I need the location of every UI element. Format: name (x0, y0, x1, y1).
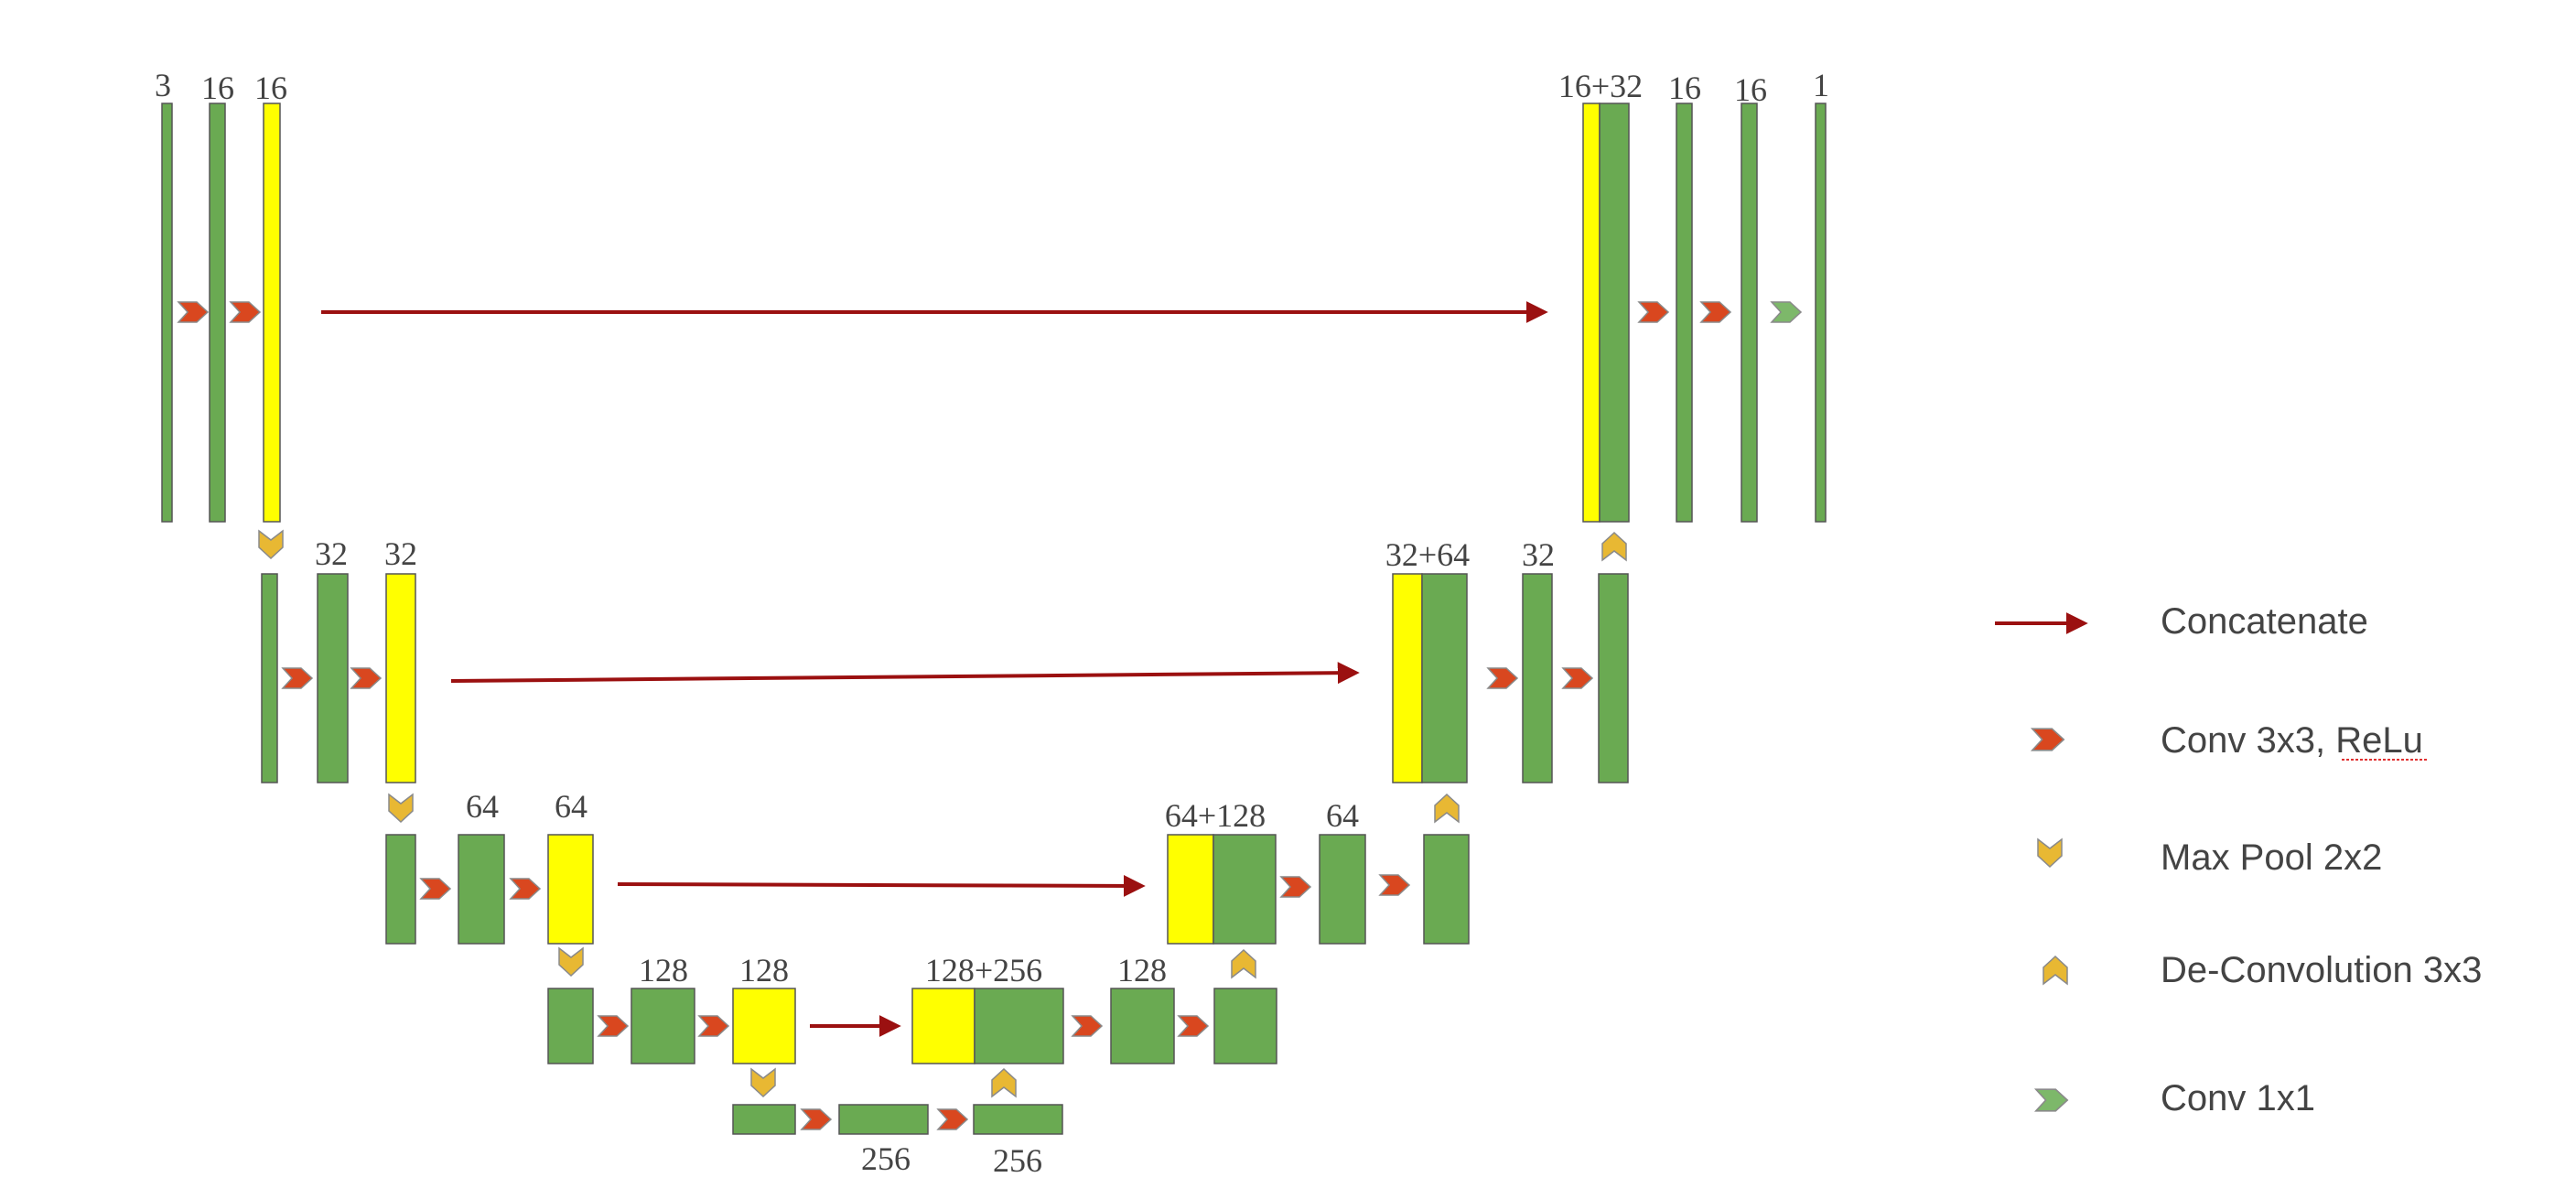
conv3x3-icon (1562, 667, 1593, 689)
maxpool-chevron-down-icon (2037, 838, 2063, 868)
maxpool-icon (558, 947, 584, 977)
label-l1-conv-a: 16 (201, 70, 234, 106)
deconv-icon (1601, 532, 1627, 561)
block-l3-conv-b (547, 834, 594, 945)
block-u4-up (974, 988, 1064, 1064)
conv3x3-icon (230, 301, 261, 323)
conv3x3-icon (1280, 876, 1311, 898)
block-output (1815, 103, 1827, 523)
block-u4-conv-a (1110, 988, 1175, 1064)
deconv-icon (1434, 794, 1460, 823)
label-u4-conv-a: 128 (1117, 952, 1167, 988)
label-bottleneck-b: 256 (993, 1142, 1042, 1179)
maxpool-icon (388, 794, 414, 823)
block-u4-skip (911, 988, 975, 1064)
legend-label-conv3x3: Conv 3x3, ReLu (2161, 720, 2423, 761)
conv3x3-icon (1638, 301, 1669, 323)
label-l2-conv-b: 32 (384, 535, 417, 572)
block-u2-up (1421, 573, 1468, 783)
legend-label-concatenate: Concatenate (2161, 601, 2368, 642)
deconv-icon (1231, 949, 1256, 978)
legend: Concatenate Conv 3x3, ReLu Max Pool 2x2 … (1995, 601, 2482, 1118)
conv3x3-icon (698, 1015, 729, 1037)
block-u3-conv-b (1423, 834, 1470, 945)
label-l1-input: 3 (155, 67, 171, 103)
block-bottleneck-conv-a (838, 1104, 929, 1135)
maxpool-icon (258, 530, 284, 559)
legend-label-deconv: De-Convolution 3x3 (2161, 950, 2482, 990)
label-u1-conv-a: 16 (1668, 70, 1701, 106)
block-l3-conv-a (458, 834, 505, 945)
block-u1-conv-b (1741, 103, 1758, 523)
label-l3-conv-a: 64 (466, 788, 499, 825)
conv3x3-icon (282, 667, 313, 689)
label-l4-conv-b: 128 (739, 952, 789, 988)
label-u3-cat: 64+128 (1165, 797, 1266, 834)
block-u1-skip (1582, 103, 1601, 523)
legend-label-conv1x1: Conv 1x1 (2161, 1078, 2315, 1118)
label-l3-conv-b: 64 (555, 788, 587, 825)
conv3x3-icon (1487, 667, 1518, 689)
label-u2-cat: 32+64 (1385, 536, 1470, 573)
block-l2-conv-b (385, 573, 416, 783)
legend-label-maxpool: Max Pool 2x2 (2161, 837, 2382, 878)
conv3x3-icon (801, 1108, 832, 1130)
label-bottleneck-a: 256 (861, 1140, 911, 1177)
block-u2-conv-a (1522, 573, 1553, 783)
conv3x3-icon (1072, 1015, 1103, 1037)
label-u4-cat: 128+256 (925, 952, 1042, 988)
conv3x3-icon (350, 667, 382, 689)
conv3x3-icon (937, 1108, 968, 1130)
label-u3-conv-a: 64 (1326, 797, 1359, 834)
label-l1-conv-b: 16 (254, 70, 287, 106)
block-u3-skip (1167, 834, 1214, 945)
conv3x3-icon (1700, 301, 1731, 323)
conv3x3-icon (178, 301, 209, 323)
block-u4-conv-b (1213, 988, 1277, 1064)
block-l1-input (161, 103, 173, 523)
block-l1-conv-a (209, 103, 226, 523)
block-u1-up (1599, 103, 1630, 523)
block-l4-conv-b (732, 988, 796, 1064)
block-u3-up (1213, 834, 1277, 945)
block-l4-pool (547, 988, 594, 1064)
deconv-chevron-up-icon (2042, 956, 2068, 985)
block-l4-conv-a (631, 988, 695, 1064)
label-l4-conv-a: 128 (639, 952, 688, 988)
conv3x3-icon (510, 878, 541, 900)
block-u3-conv-a (1319, 834, 1366, 945)
conv1x1-chevron-icon (2034, 1088, 2069, 1112)
skip-arrow-l2 (450, 662, 1360, 685)
conv3x3-icon (420, 878, 451, 900)
block-l2-conv-a (317, 573, 349, 783)
block-u2-skip (1392, 573, 1423, 783)
maxpool-icon (750, 1068, 776, 1097)
conv3x3-icon (1178, 1015, 1209, 1037)
block-l2-pool (261, 573, 278, 783)
conv3x3-chevron-icon (2031, 728, 2065, 751)
block-l1-conv-b (263, 103, 281, 523)
label-u1-conv-b: 16 (1734, 71, 1767, 108)
label-u2-conv-a: 32 (1522, 536, 1555, 573)
label-u1-cat: 16+32 (1558, 68, 1643, 104)
skip-arrow-l3 (617, 874, 1146, 897)
block-u2-conv-b (1598, 573, 1629, 783)
conv3x3-icon (598, 1015, 629, 1037)
label-output: 1 (1813, 67, 1829, 103)
conv1x1-icon (1771, 301, 1802, 323)
unet-diagram: 3 16 16 32 32 64 64 128 128 256 256 128+… (155, 67, 2482, 1179)
block-bottleneck-pool (732, 1104, 796, 1135)
block-l3-pool (385, 834, 416, 945)
conv3x3-icon (1379, 874, 1410, 896)
block-bottleneck-conv-b (973, 1104, 1063, 1135)
label-l2-conv-a: 32 (315, 535, 348, 572)
deconv-icon (991, 1068, 1017, 1097)
block-u1-conv-a (1676, 103, 1693, 523)
